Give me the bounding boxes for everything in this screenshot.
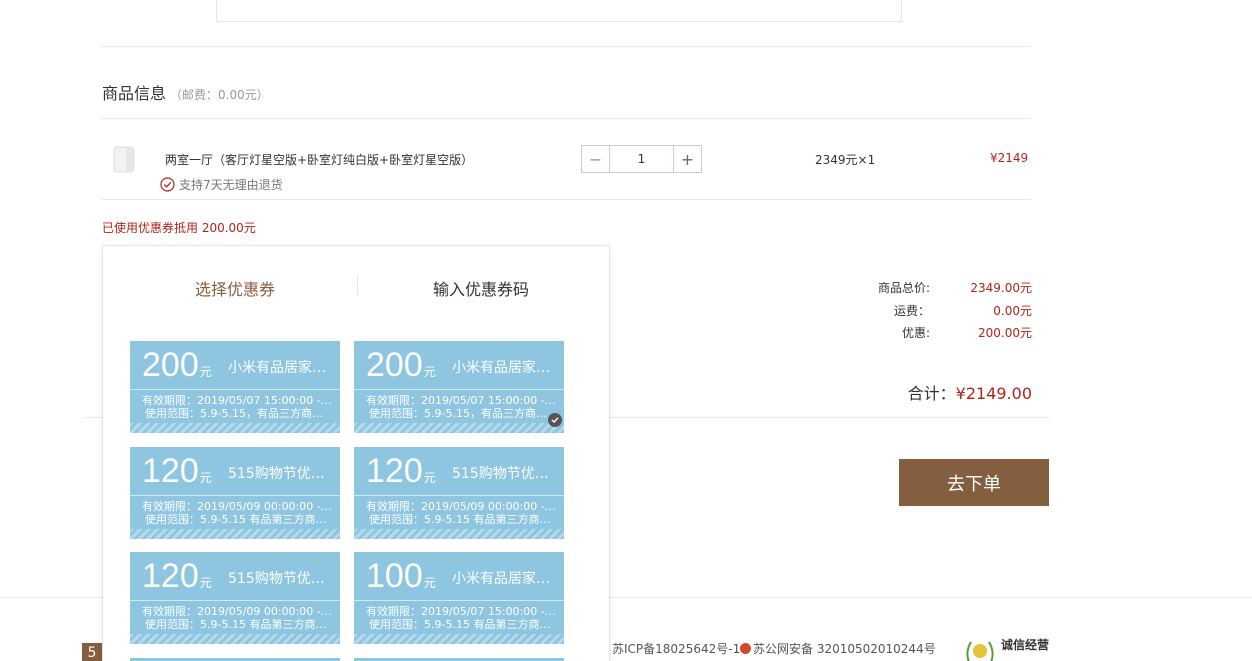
coupon-scope: 使用范围：5.9-5.15 有品第三方商品可用 <box>145 513 333 526</box>
coupon-amount: 200元 <box>366 346 436 384</box>
coupon-amount: 120元 <box>142 557 212 595</box>
icp-link[interactable]: 苏ICP备18025642号-1 <box>612 640 740 657</box>
goods-section-heading: 商品信息 <box>102 84 167 103</box>
grand-total-value: ¥2149.00 <box>955 384 1032 403</box>
coupon-scope: 使用范围：5.9-5.15，有品三方商品可用 <box>369 407 557 420</box>
coupon-name: 小米有品居家节优惠券 <box>228 360 330 376</box>
coupon-wave-edge <box>354 529 564 539</box>
coupon-card[interactable]: 200元 小米有品居家节优惠券 有效期限：2019/05/07 15:00:00… <box>130 341 340 433</box>
coupon-card-selected[interactable]: 200元 小米有品居家节优惠券 有效期限：2019/05/07 15:00:00… <box>354 341 564 433</box>
shipping-value: 0.00元 <box>993 304 1032 318</box>
divider <box>102 46 1031 47</box>
coupon-wave-edge <box>130 634 340 644</box>
coupon-scope: 使用范围：5.9-5.15 有品第三方商品可用 <box>369 618 557 631</box>
return-policy: 支持7天无理由退货 <box>160 176 283 193</box>
decrease-quantity-button[interactable]: − <box>582 146 610 172</box>
trust-badge[interactable]: 诚信经营 <box>963 638 1049 661</box>
increase-quantity-button[interactable]: + <box>673 146 701 172</box>
quantity-input[interactable]: 1 <box>610 146 673 172</box>
coupon-amount: 100元 <box>366 557 436 595</box>
grand-total-label: 合计： <box>907 384 956 403</box>
coupon-separator <box>130 495 340 496</box>
coupon-panel: 选择优惠券 输入优惠券码 200元 小米有品居家节优惠券 有效期限：2019/0… <box>102 245 610 661</box>
discount-label: 优惠: <box>901 326 930 340</box>
coupon-name: 515购物节优惠券 <box>228 571 330 587</box>
coupon-name: 小米有品居家节优惠券 <box>452 571 554 587</box>
coupon-separator <box>130 600 340 601</box>
tab-select-coupon[interactable]: 选择优惠券 <box>195 276 275 300</box>
coupon-wave-edge <box>130 529 340 539</box>
coupon-scope: 使用范围：5.9-5.15 有品第三方商品可用 <box>145 618 333 631</box>
shipping-label: 运费： <box>893 304 930 318</box>
coupon-amount: 120元 <box>142 452 212 490</box>
quantity-stepper: − 1 + <box>581 145 702 173</box>
selected-check-icon <box>548 413 562 427</box>
coupon-scope: 使用范围：5.9-5.15，有品三方商品可用 <box>145 407 333 420</box>
product-thumbnail[interactable] <box>112 144 138 174</box>
postage-note: （邮费：0.00元） <box>170 88 269 102</box>
divider <box>102 118 1031 119</box>
goods-section-title: 商品信息 （邮费：0.00元） <box>102 80 269 104</box>
return-policy-text: 支持7天无理由退货 <box>179 178 283 192</box>
unit-price: 2349元×1 <box>815 153 876 167</box>
laurel-icon <box>966 641 994 661</box>
coupon-card[interactable]: 100元 小米有品居家节优惠券 有效期限：2019/05/07 15:00:00… <box>354 552 564 644</box>
coupon-name: 小米有品居家节优惠券 <box>452 360 554 376</box>
goods-total-label: 商品总价: <box>877 281 930 295</box>
police-record-link[interactable]: 苏公网安备 32010502010244号 <box>740 640 936 657</box>
coupon-wave-edge <box>354 423 564 433</box>
line-total: ¥2149 <box>990 151 1029 165</box>
divider <box>102 199 1031 200</box>
address-box <box>216 0 902 22</box>
coupon-name: 515购物节优惠券 <box>228 466 330 482</box>
police-record-text: 苏公网安备 32010502010244号 <box>753 642 936 656</box>
tab-divider <box>357 277 358 295</box>
coupon-name: 515购物节优惠券 <box>452 466 554 482</box>
coupon-card[interactable]: 120元 515购物节优惠券 有效期限：2019/05/09 00:00:00 … <box>354 447 564 539</box>
coupon-separator <box>354 389 564 390</box>
coupon-separator <box>354 600 564 601</box>
coupon-separator <box>130 389 340 390</box>
coupon-used-toggle[interactable]: 已使用优惠券抵用 200.00元 <box>102 219 256 236</box>
product-name[interactable]: 两室一厅（客厅灯星空版+卧室灯纯白版+卧室灯星空版） <box>165 151 475 168</box>
police-badge-icon <box>740 643 751 654</box>
tab-enter-coupon-code[interactable]: 输入优惠券码 <box>433 276 529 300</box>
coupon-wave-edge <box>354 634 564 644</box>
footer-logo: 5 <box>82 643 102 661</box>
discount-value: 200.00元 <box>978 326 1032 340</box>
goods-total-value: 2349.00元 <box>970 281 1032 295</box>
trust-text: 诚信经营 <box>1001 638 1050 652</box>
coupon-amount: 200元 <box>142 346 212 384</box>
coupon-card[interactable]: 120元 515购物节优惠券 有效期限：2019/05/09 00:00:00 … <box>130 447 340 539</box>
place-order-button[interactable]: 去下单 <box>899 459 1049 506</box>
grand-total: 合计：¥2149.00 <box>880 380 1032 404</box>
check-circle-icon <box>160 177 175 192</box>
coupon-amount: 120元 <box>366 452 436 490</box>
coupon-card[interactable]: 120元 515购物节优惠券 有效期限：2019/05/09 00:00:00 … <box>130 552 340 644</box>
coupon-wave-edge <box>130 423 340 433</box>
coupon-scope: 使用范围：5.9-5.15 有品第三方商品可用 <box>369 513 557 526</box>
coupon-separator <box>354 495 564 496</box>
